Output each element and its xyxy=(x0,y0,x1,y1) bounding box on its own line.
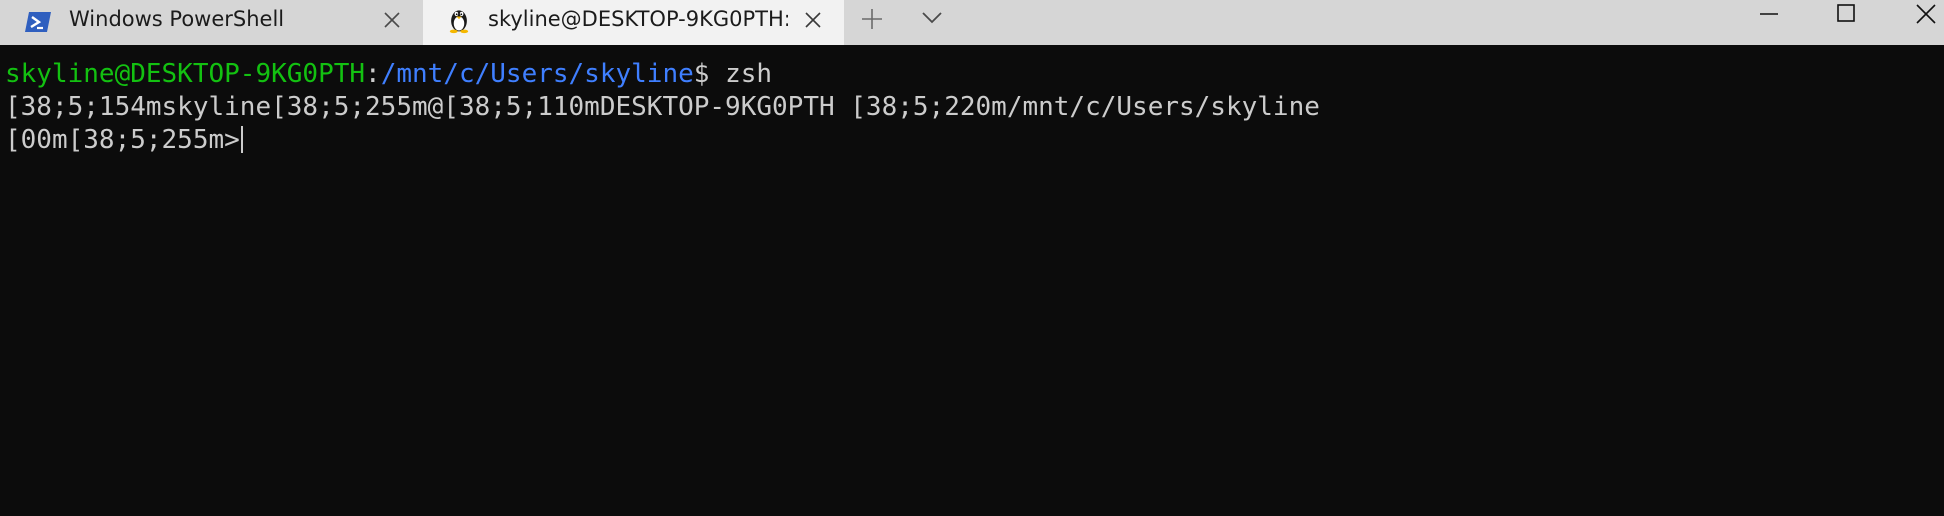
output-line-current: [00m[38;5;255m> xyxy=(5,123,243,157)
tab-title: skyline@DESKTOP-9KG0PTH: /n xyxy=(488,7,788,31)
tux-penguin-icon xyxy=(449,10,469,34)
prompt-user-host: skyline@DESKTOP-9KG0PTH xyxy=(5,59,366,89)
prompt-line: skyline@DESKTOP-9KG0PTH:/mnt/c/Users/sky… xyxy=(5,57,772,91)
terminal-output[interactable]: skyline@DESKTOP-9KG0PTH:/mnt/c/Users/sky… xyxy=(0,45,1944,516)
output-line: [38;5;154mskyline[38;5;255m@[38;5;110mDE… xyxy=(5,92,1320,122)
maximize-icon[interactable] xyxy=(1833,2,1859,28)
close-icon[interactable] xyxy=(802,9,824,31)
text-cursor xyxy=(240,126,243,153)
output-prompt-text: [00m[38;5;255m> xyxy=(5,125,240,155)
prompt-path: /mnt/c/Users/skyline xyxy=(380,59,694,89)
plus-icon[interactable] xyxy=(860,7,884,31)
close-icon[interactable] xyxy=(381,9,403,31)
prompt-separator: : xyxy=(365,59,381,89)
minimize-icon[interactable] xyxy=(1756,2,1782,28)
tab-skyline-ubuntu[interactable]: skyline@DESKTOP-9KG0PTH: /n xyxy=(423,0,844,45)
command-text: zsh xyxy=(725,59,773,89)
tab-title: Windows PowerShell xyxy=(69,7,285,31)
close-icon[interactable] xyxy=(1913,2,1939,28)
powershell-icon xyxy=(25,12,51,32)
tab-bar: Windows PowerShell skyline@DESKTOP-9KG0P… xyxy=(0,0,1944,45)
prompt-symbol: $ xyxy=(693,59,726,89)
chevron-down-icon[interactable] xyxy=(920,8,944,28)
windows-terminal-window: Windows PowerShell skyline@DESKTOP-9KG0P… xyxy=(0,0,1944,516)
tab-windows-powershell[interactable]: Windows PowerShell xyxy=(0,0,421,45)
